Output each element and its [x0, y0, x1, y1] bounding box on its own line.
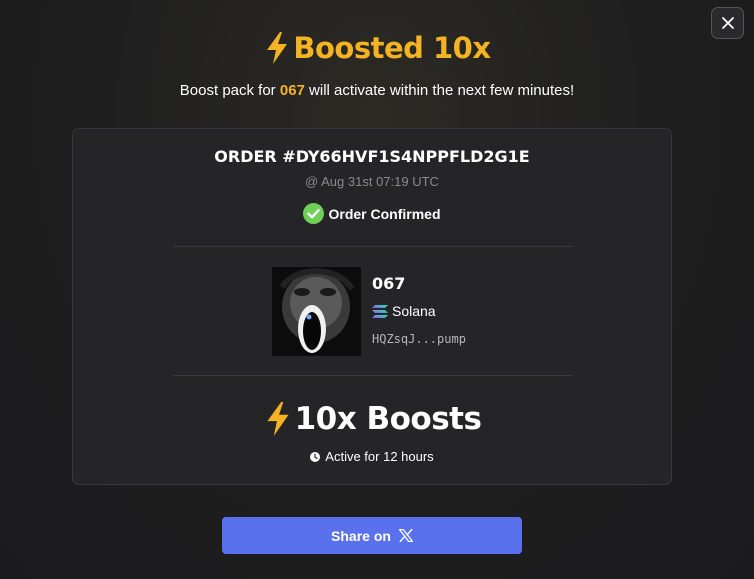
token-address: HQZsqJ...pump: [372, 332, 466, 346]
divider: [173, 375, 573, 376]
title-text: Boosted 10x: [293, 31, 491, 65]
duration-text: Active for 12 hours: [325, 449, 434, 464]
check-circle-icon: [303, 203, 325, 224]
order-id: ORDER #DY66HVF1S4NPPFLD2G1E: [214, 147, 530, 166]
modal-title: Boosted 10x: [0, 28, 754, 68]
token-image: [272, 267, 361, 356]
order-status: Order Confirmed: [73, 203, 671, 224]
lightning-bolt-icon: [266, 402, 289, 436]
share-label: Share on: [331, 527, 391, 544]
lightning-bolt-icon: [267, 32, 288, 64]
subtitle-prefix: Boost pack for: [179, 82, 280, 99]
boost-summary: 10x Boosts: [73, 401, 671, 437]
subtitle: Boost pack for 067 will activate within …: [0, 82, 754, 99]
subtitle-token: 067: [279, 82, 305, 99]
chain-label: Solana: [392, 303, 436, 319]
order-card: ORDER #DY66HVF1S4NPPFLD2G1E @ Aug 31st 0…: [72, 128, 672, 485]
divider: [173, 246, 573, 247]
token-chain: Solana: [372, 303, 436, 319]
clock-icon: [310, 451, 321, 462]
boost-duration: Active for 12 hours: [73, 449, 671, 464]
status-text: Order Confirmed: [328, 205, 441, 222]
x-logo-icon: [398, 529, 413, 542]
order-date: @ Aug 31st 07:19 UTC: [305, 174, 439, 189]
boost-label: 10x Boosts: [294, 401, 482, 437]
subtitle-suffix: will activate within the next few minute…: [304, 82, 575, 99]
solana-icon: [372, 304, 388, 318]
share-on-x-button[interactable]: Share on: [222, 517, 522, 554]
token-name: 067: [372, 274, 406, 293]
